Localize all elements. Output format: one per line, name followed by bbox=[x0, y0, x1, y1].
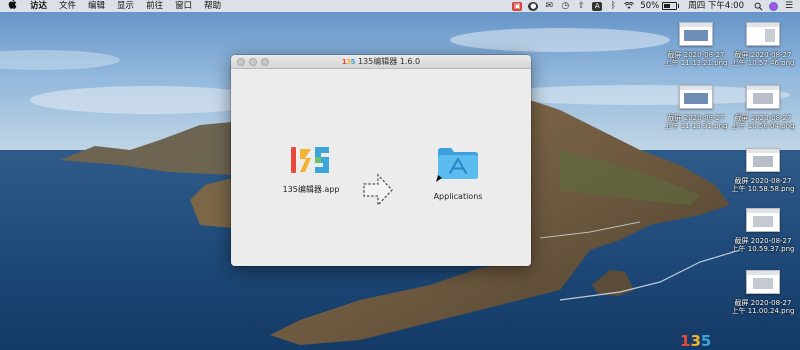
menu-file[interactable]: 文件 bbox=[53, 0, 82, 12]
menu-view[interactable]: 显示 bbox=[111, 0, 140, 12]
window-titlebar[interactable]: 135 135编辑器 1.6.0 bbox=[231, 55, 531, 69]
window-title: 135编辑器 1.6.0 bbox=[357, 57, 421, 66]
desktop-file[interactable]: 截屏 2020-08-27 上午 10.59.37.png bbox=[727, 208, 799, 253]
file-thumbnail bbox=[679, 85, 713, 109]
desktop-file[interactable]: 截屏 2020-08-27 上午 10.58.58.png bbox=[727, 148, 799, 193]
file-thumbnail bbox=[746, 22, 780, 46]
battery-percent: 50% bbox=[640, 1, 660, 11]
close-button[interactable] bbox=[237, 58, 245, 66]
control-center-icon[interactable]: ☰ bbox=[784, 1, 794, 11]
file-name: 截屏 2020-08-27 上午 10.57.46.png bbox=[731, 51, 795, 67]
applications-folder-icon bbox=[436, 148, 478, 182]
clock-text[interactable]: 周四 下午4:00 bbox=[682, 0, 750, 12]
search-icon[interactable] bbox=[753, 2, 763, 11]
file-thumbnail bbox=[746, 85, 780, 109]
apple-logo-icon[interactable] bbox=[0, 0, 24, 13]
menu-help[interactable]: 帮助 bbox=[198, 0, 227, 12]
title-app-icon: 135 bbox=[341, 57, 356, 66]
minimize-button[interactable] bbox=[249, 58, 257, 66]
file-name: 截屏 2020-08-27 上午 11.13.31.png bbox=[664, 114, 728, 130]
upload-icon[interactable]: ⇧ bbox=[576, 1, 586, 11]
desktop-file[interactable]: 截屏 2020-08-27 上午 10.56.04.png bbox=[727, 85, 799, 130]
file-name: 截屏 2020-08-27 上午 10.58.58.png bbox=[731, 177, 795, 193]
desktop-135-app-icon[interactable]: 135 bbox=[680, 332, 711, 350]
file-name: 截屏 2020-08-27 上午 11.13.21.png bbox=[664, 51, 728, 67]
siri-icon[interactable] bbox=[769, 1, 778, 11]
battery-icon[interactable] bbox=[662, 2, 680, 10]
file-thumbnail bbox=[746, 270, 780, 294]
file-thumbnail bbox=[679, 22, 713, 46]
drag-arrow-icon bbox=[363, 173, 393, 207]
app-bundle-label: 135编辑器.app bbox=[282, 185, 340, 194]
desktop-file[interactable]: 截屏 2020-08-27 上午 11.13.21.png bbox=[660, 22, 732, 67]
file-name: 截屏 2020-08-27 上午 10.56.04.png bbox=[731, 114, 795, 130]
clock-icon[interactable]: ◷ bbox=[560, 1, 570, 11]
app-135-logo-icon bbox=[291, 147, 329, 173]
keyboard-a-icon[interactable]: A bbox=[592, 1, 603, 11]
status-area: ▣ ● ✉ ◷ ⇧ A ᛒ 50% 周四 下午4:00 ☰ bbox=[509, 0, 800, 12]
app-red-icon[interactable]: ▣ bbox=[512, 1, 523, 11]
zoom-button[interactable] bbox=[261, 58, 269, 66]
file-thumbnail bbox=[746, 208, 780, 232]
traffic-lights bbox=[237, 58, 269, 66]
desktop-file[interactable]: 截屏 2020-08-27 上午 11.00.24.png bbox=[727, 270, 799, 315]
menu-bar: 访达 文件 编辑 显示 前往 窗口 帮助 ▣ ● ✉ ◷ ⇧ A ᛒ 50% 周… bbox=[0, 0, 800, 12]
window-title-group: 135 135编辑器 1.6.0 bbox=[342, 56, 420, 67]
app-bundle-item[interactable]: 135编辑器.app bbox=[271, 145, 351, 195]
menu-window[interactable]: 窗口 bbox=[169, 0, 198, 12]
applications-folder-item[interactable]: Applications bbox=[418, 145, 498, 201]
file-name: 截屏 2020-08-27 上午 11.00.24.png bbox=[731, 299, 795, 315]
file-name: 截屏 2020-08-27 上午 10.59.37.png bbox=[731, 237, 795, 253]
desktop-file[interactable]: 截屏 2020-08-27 上午 10.57.46.png bbox=[727, 22, 799, 67]
file-thumbnail bbox=[746, 148, 780, 172]
wifi-icon[interactable] bbox=[624, 1, 635, 11]
bluetooth-icon[interactable]: ᛒ bbox=[608, 1, 618, 11]
desktop-file[interactable]: 截屏 2020-08-27 上午 11.13.31.png bbox=[660, 85, 732, 130]
applications-folder-label: Applications bbox=[433, 192, 483, 201]
menu-edit[interactable]: 编辑 bbox=[82, 0, 111, 12]
menu-go[interactable]: 前往 bbox=[140, 0, 169, 12]
installer-window: 135 135编辑器 1.6.0 135编辑器.app Applications bbox=[231, 55, 531, 266]
wechat-icon[interactable]: ✉ bbox=[544, 1, 554, 11]
window-content: 135编辑器.app Applications bbox=[231, 69, 531, 266]
battery-fill bbox=[664, 4, 671, 8]
app-dark-circle-icon[interactable]: ● bbox=[528, 1, 539, 11]
menu-finder[interactable]: 访达 bbox=[24, 0, 53, 12]
